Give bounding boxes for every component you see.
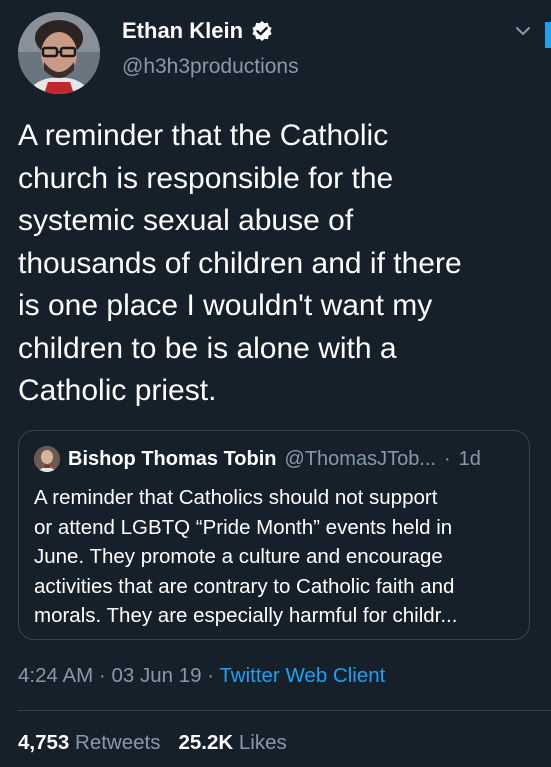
quoted-tweet-text: A reminder that Catholics should not sup… [34,486,458,627]
scroll-indicator [545,22,551,48]
tweet-text: A reminder that the Catholic church is r… [18,119,462,407]
author-avatar-image [18,12,100,94]
tweet-date: 03 Jun 19 [111,664,202,687]
quoted-timestamp: 1d [458,447,481,470]
retweets-stat[interactable]: 4,753 Retweets [18,731,160,755]
tweet-client-link[interactable]: Twitter Web Client [219,664,385,687]
quoted-author-handle: @ThomasJTob... [284,447,436,470]
author-name-row[interactable]: Ethan Klein [122,17,273,45]
tweet-time: 4:24 AM [18,664,94,687]
retweets-count: 4,753 [18,731,70,754]
likes-stat[interactable]: 25.2K Likes [178,731,286,755]
likes-count: 25.2K [178,731,234,754]
meta-separator: · [207,664,215,687]
verified-badge-icon [251,20,273,42]
quoted-author-name: Bishop Thomas Tobin [68,447,277,470]
likes-label: Likes [238,731,287,754]
author-handle[interactable]: @h3h3productions [122,55,299,79]
author-name[interactable]: Ethan Klein [122,18,243,44]
quoted-tweet-header: Bishop Thomas Tobin @ThomasJTob... · 1d [34,446,481,472]
chevron-down-icon [516,27,530,35]
tweet-detail: Ethan Klein @h3h3productions A reminder … [0,0,551,767]
more-options-button[interactable] [510,18,536,44]
divider [18,710,551,711]
quoted-tweet-card[interactable]: Bishop Thomas Tobin @ThomasJTob... · 1d … [18,430,530,640]
tweet-meta: 4:24 AM · 03 Jun 19 · Twitter Web Client [18,664,385,688]
tweet-stats: 4,753 Retweets 25.2K Likes [18,731,287,755]
meta-separator: · [98,664,106,687]
retweets-label: Retweets [75,731,161,754]
author-avatar[interactable] [18,12,100,94]
quoted-separator: · [443,447,451,470]
quoted-author-avatar [34,446,60,472]
